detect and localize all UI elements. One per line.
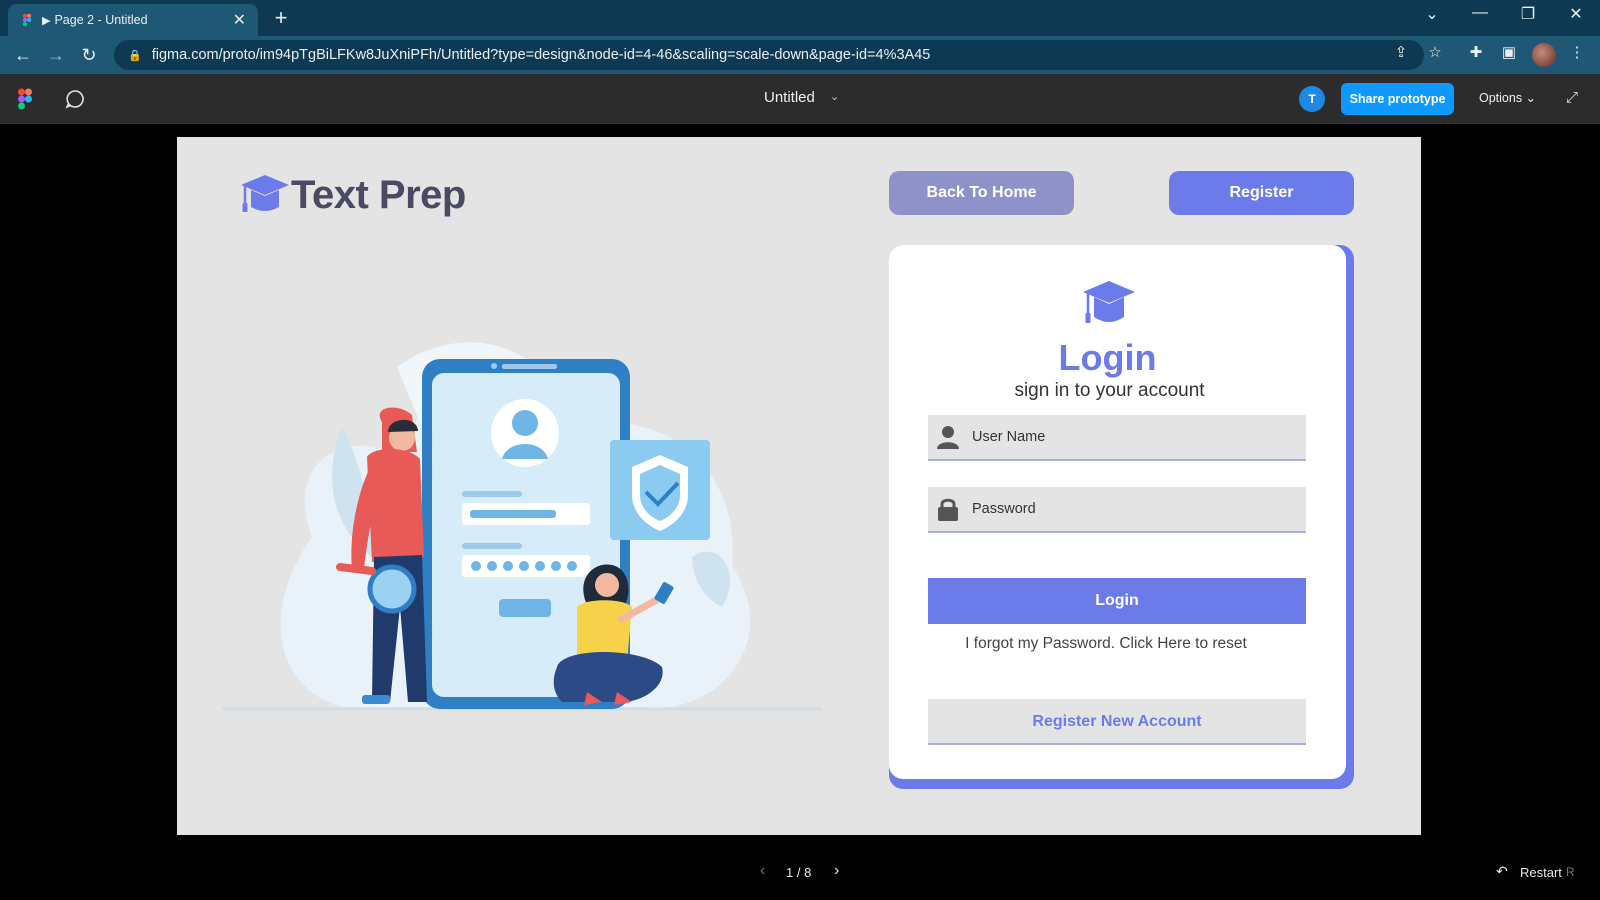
- file-title[interactable]: Untitled: [764, 89, 815, 106]
- side-panel-icon[interactable]: ▣: [1498, 43, 1520, 61]
- profile-avatar[interactable]: [1532, 43, 1556, 67]
- close-tab-icon[interactable]: ✕: [233, 10, 246, 30]
- chevron-down-icon[interactable]: ⌄: [830, 90, 839, 103]
- back-to-home-button[interactable]: Back To Home: [889, 171, 1074, 215]
- browser-toolbar: ← → ↻ 🔒 figma.com/proto/im94pTgBiLFKw8Ju…: [0, 36, 1600, 74]
- restore-button[interactable]: ❐: [1514, 4, 1542, 24]
- tab-search-icon[interactable]: ⌄: [1418, 4, 1446, 24]
- graduation-cap-icon: [241, 175, 289, 212]
- register-new-account-button[interactable]: Register New Account: [928, 699, 1306, 745]
- prototype-frame: Text Prep Back To Home Register Login si…: [177, 137, 1421, 835]
- figma-toolbar: Untitled ⌄ T Share prototype Options ⌄ ⤢: [0, 74, 1600, 124]
- password-field[interactable]: Password: [928, 487, 1306, 533]
- new-tab-button[interactable]: +: [268, 6, 294, 32]
- browser-tab-bar: ▶ Page 2 - Untitled ✕ + ⌄ — ❐ ✕: [0, 0, 1600, 36]
- fullscreen-icon[interactable]: ⤢: [1566, 89, 1578, 106]
- register-button[interactable]: Register: [1169, 171, 1354, 215]
- comment-icon[interactable]: [64, 88, 86, 110]
- login-title: Login: [1058, 337, 1157, 378]
- page-indicator: 1 / 8: [786, 865, 812, 880]
- url-text: figma.com/proto/im94pTgBiLFKw8JuXniPFh/U…: [151, 47, 931, 63]
- restart-icon[interactable]: ↶: [1496, 863, 1508, 880]
- login-subtitle: sign in to your account: [1014, 380, 1205, 401]
- figma-logo-icon[interactable]: [18, 88, 32, 110]
- brand-name: Text Prep: [291, 172, 466, 217]
- username-placeholder: User Name: [972, 429, 1046, 445]
- lock-icon: [938, 498, 958, 521]
- password-placeholder: Password: [972, 501, 1036, 517]
- forward-arrow-icon[interactable]: →: [45, 44, 67, 66]
- login-button[interactable]: Login: [928, 578, 1306, 624]
- address-bar[interactable]: 🔒 figma.com/proto/im94pTgBiLFKw8JuXniPFh…: [114, 40, 1424, 70]
- tab-title: Page 2 - Untitled: [54, 13, 148, 27]
- brand-logo: Text Prep: [239, 169, 466, 221]
- share-prototype-button[interactable]: Share prototype: [1341, 83, 1454, 115]
- lock-icon: 🔒: [128, 49, 142, 62]
- minimize-button[interactable]: —: [1466, 4, 1494, 22]
- login-card: Login sign in to your account User Name …: [889, 245, 1346, 779]
- back-arrow-icon[interactable]: ←: [12, 44, 34, 66]
- restart-shortcut-key: R: [1566, 865, 1575, 879]
- next-page-icon[interactable]: ›: [834, 862, 839, 880]
- options-menu-button[interactable]: Options ⌄: [1479, 90, 1536, 105]
- browser-menu-icon[interactable]: ⋮: [1566, 43, 1588, 61]
- user-icon: [937, 426, 959, 449]
- play-icon: ▶: [42, 14, 51, 27]
- reload-icon[interactable]: ↻: [78, 44, 100, 66]
- share-page-icon[interactable]: ⇪: [1390, 43, 1412, 61]
- graduation-cap-icon: [1083, 281, 1135, 323]
- user-avatar[interactable]: T: [1299, 86, 1325, 112]
- close-window-button[interactable]: ✕: [1562, 4, 1590, 24]
- username-field[interactable]: User Name: [928, 415, 1306, 461]
- extensions-icon[interactable]: ✚: [1465, 43, 1487, 61]
- bookmark-star-icon[interactable]: ☆: [1424, 43, 1446, 61]
- previous-page-icon[interactable]: ‹: [760, 862, 765, 880]
- login-illustration: [222, 342, 822, 711]
- browser-tab[interactable]: ▶ Page 2 - Untitled ✕: [8, 4, 258, 36]
- forgot-password-link[interactable]: I forgot my Password. Click Here to rese…: [889, 635, 1323, 653]
- figma-favicon-icon: [22, 13, 32, 27]
- restart-button[interactable]: Restart: [1520, 865, 1562, 880]
